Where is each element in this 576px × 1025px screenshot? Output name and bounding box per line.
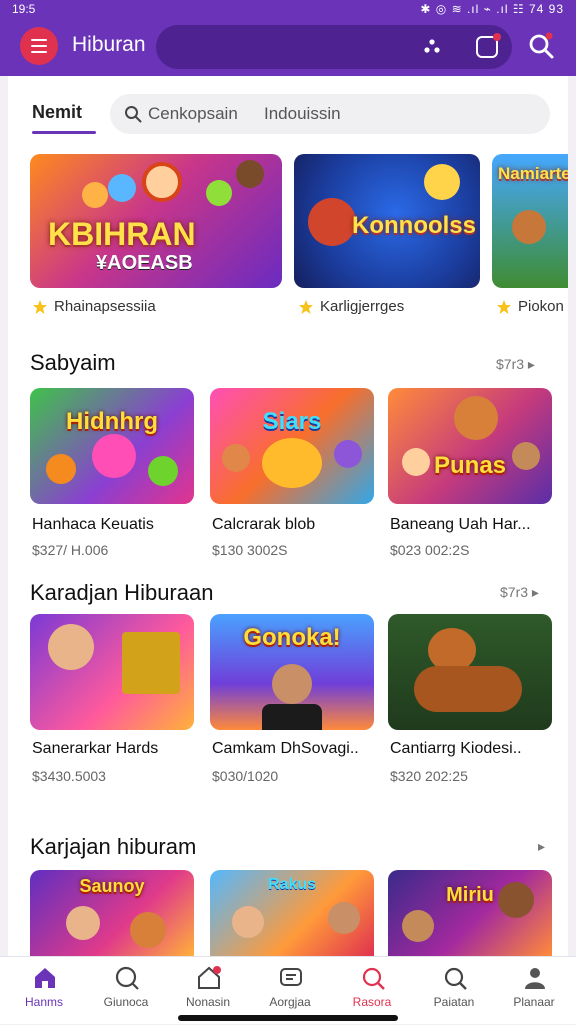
game-card[interactable]: Siars xyxy=(210,388,374,504)
card-price: $023 002:2S xyxy=(390,542,470,558)
nav-label: Aorgjaa xyxy=(269,995,311,1009)
chat-icon xyxy=(280,968,302,986)
banner-label-text: Rhainapsessiia xyxy=(54,298,156,315)
nav-item-home[interactable]: Hanms xyxy=(8,957,80,1025)
card-art-title: Saunoy xyxy=(79,876,145,896)
status-time: 19:5 xyxy=(12,2,36,16)
status-icons: ✱ ◎ ≋ .ıl ⌁ .ıl ☷ 74 93 xyxy=(420,2,564,16)
card-name: Cantiarrg Kiodesi.. xyxy=(390,740,522,757)
banner-title: KBIHRAN xyxy=(48,216,196,252)
game-card[interactable] xyxy=(388,614,552,730)
search-icon xyxy=(444,967,467,990)
nav-item-explore[interactable]: Giunoca xyxy=(90,957,162,1025)
banner-subtitle: ¥AOEASB xyxy=(96,252,193,274)
card-art-title: Hidnhrg xyxy=(66,408,158,435)
status-bar: 19:5 ✱ ◎ ≋ .ıl ⌁ .ıl ☷ 74 93 xyxy=(0,0,576,18)
app-bar: Hiburan xyxy=(0,18,576,76)
featured-banner[interactable]: KBIHRAN ¥AOEASB xyxy=(30,154,282,288)
card-name: Camkam DhSovagi.. xyxy=(212,740,359,757)
card-price: $327/ H.006 xyxy=(32,542,109,558)
main-content: Nemit Cenkopsain Indouissin KBIHRAN ¥AOE… xyxy=(8,76,568,956)
menu-button[interactable] xyxy=(20,27,58,65)
banner-label-text: Karligjerrges xyxy=(320,298,405,315)
app-title: Hiburan xyxy=(72,33,146,56)
card-name: Hanhaca Keuatis xyxy=(32,516,154,533)
game-card[interactable] xyxy=(30,614,194,730)
section-title: Karadjan Hiburaan xyxy=(30,580,214,605)
star-icon xyxy=(497,299,511,314)
section-more[interactable]: ▸ xyxy=(538,838,545,855)
search-icon[interactable] xyxy=(528,32,554,60)
magnifier-icon xyxy=(125,106,142,123)
game-card[interactable]: Hidnhrg xyxy=(30,388,194,504)
card-art-title: Gonoka! xyxy=(243,624,341,651)
home-icon xyxy=(35,968,55,988)
section-more[interactable]: $7r3 ▸ xyxy=(500,584,539,601)
see-all-text: $7r3 xyxy=(500,584,529,600)
section-more[interactable]: $7r3 ▸ xyxy=(496,356,535,373)
card-price: $320 202:25 xyxy=(390,768,468,784)
star-icon xyxy=(299,299,313,314)
card-name: Calcrarak blob xyxy=(212,516,316,533)
nav-item-profile[interactable]: Planaar xyxy=(498,957,570,1025)
sub-header: Nemit Cenkopsain Indouissin xyxy=(8,94,568,134)
featured-banner[interactable]: Namiarte xyxy=(492,154,568,288)
banner-label-text: Piokon xyxy=(518,298,564,315)
card-price: $130 3002S xyxy=(212,542,288,558)
card-name: Sanerarkar Hards xyxy=(32,740,159,757)
star-icon xyxy=(33,299,47,314)
nav-label: Hanms xyxy=(24,995,63,1009)
nav-label: Nonasin xyxy=(185,995,231,1009)
network-icon[interactable] xyxy=(424,39,440,53)
search-circle-icon xyxy=(115,966,139,990)
game-notification-icon[interactable] xyxy=(476,33,501,58)
card-name: Baneang Uah Har... xyxy=(390,516,531,533)
hamburger-icon xyxy=(31,37,47,55)
game-card[interactable]: Miriu xyxy=(388,870,552,956)
nav-label: Planaar xyxy=(513,995,555,1009)
bottom-nav: Hanms Giunoca Nonasin Aorgjaa Rasora Pai… xyxy=(0,956,576,1024)
see-all-text: $7r3 xyxy=(496,356,525,372)
game-card[interactable]: Rakus xyxy=(210,870,374,956)
featured-banner[interactable]: Konnoolss xyxy=(294,154,480,288)
search-hint: Indouissin xyxy=(264,104,341,123)
sub-search-input[interactable]: Cenkopsain Indouissin xyxy=(110,94,550,134)
tab-underline xyxy=(32,131,96,134)
nav-label: Rasora xyxy=(352,995,392,1009)
search-placeholder: Cenkopsain xyxy=(148,104,238,123)
tab-active[interactable]: Nemit xyxy=(32,102,82,123)
game-card[interactable]: Saunoy xyxy=(30,870,194,956)
nav-item-search[interactable]: Paiatan xyxy=(418,957,490,1025)
profile-icon xyxy=(525,968,545,989)
game-card[interactable]: Punas xyxy=(388,388,552,504)
nav-label: Paiatan xyxy=(433,995,475,1009)
section-title: Sabyaim xyxy=(30,350,116,375)
game-card[interactable]: Gonoka! xyxy=(210,614,374,730)
section-title: Karjajan hiburam xyxy=(30,834,197,859)
top-search-bar[interactable] xyxy=(156,25,512,69)
house-notification-icon xyxy=(198,966,221,989)
card-art-title: Rakus xyxy=(267,876,317,893)
nav-label: Giunoca xyxy=(103,995,149,1009)
banner-label[interactable]: Piokon xyxy=(496,298,564,315)
banner-label[interactable]: Karligjerrges xyxy=(298,298,404,315)
card-art-title: Siars xyxy=(262,408,322,435)
banner-label[interactable]: Rhainapsessiia xyxy=(32,298,156,315)
card-art-title: Punas xyxy=(433,452,507,479)
search-red-icon xyxy=(362,967,385,990)
card-price: $3430.5003 xyxy=(32,768,106,784)
card-price: $030/1020 xyxy=(212,768,279,784)
home-indicator xyxy=(178,1015,398,1021)
banner-title: Konnoolss xyxy=(352,212,476,239)
banner-title: Namiarte xyxy=(498,164,568,183)
